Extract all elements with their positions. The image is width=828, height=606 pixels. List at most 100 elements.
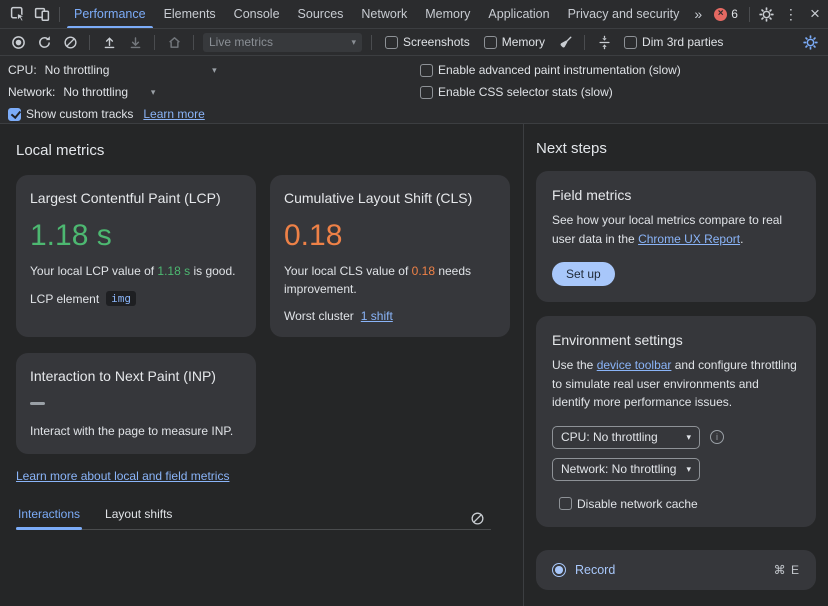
lcp-card: Largest Contentful Paint (LCP) 1.18 s Yo… [16,175,256,337]
lcp-description: Your local LCP value of 1.18 s is good. [30,262,242,280]
tab-sources[interactable]: Sources [289,0,353,28]
worst-cluster-label: Worst cluster [284,309,354,323]
error-count-badge[interactable]: × 6 [714,7,738,21]
settings-gear-icon[interactable] [755,2,779,26]
divider [89,35,90,50]
local-field-metrics-link[interactable]: Learn more about local and field metrics [16,469,229,483]
inp-description: Interact with the page to measure INP. [30,422,242,440]
tab-network[interactable]: Network [352,0,416,28]
divider [193,35,194,50]
subtab-layout-shifts[interactable]: Layout shifts [103,507,174,530]
set-up-button[interactable]: Set up [552,262,615,286]
worst-cluster-link[interactable]: 1 shift [361,309,393,323]
inspect-element-icon[interactable] [6,2,30,26]
inp-empty-value-dash [30,402,45,406]
live-metrics-select[interactable]: Live metrics ▾ [203,33,362,52]
lcp-element-label: LCP element [30,292,99,306]
field-metrics-body: See how your local metrics compare to re… [552,211,800,248]
more-tabs-icon[interactable]: » [688,6,708,22]
chevron-down-icon: ▾ [151,87,156,98]
divider [59,7,60,22]
learn-more-link[interactable]: Learn more [143,107,204,121]
chevron-down-icon: ▾ [686,432,691,443]
tab-application[interactable]: Application [479,0,558,28]
inp-card: Interaction to Next Paint (INP) Interact… [16,353,256,454]
tab-privacy-and-security[interactable]: Privacy and security [559,0,689,28]
cls-value: 0.18 [284,219,496,254]
log-subtabs: Interactions Layout shifts [16,506,507,530]
clear-log-icon[interactable] [465,506,489,530]
subtab-interactions[interactable]: Interactions [16,507,82,530]
upload-profile-icon[interactable] [97,30,121,54]
collect-garbage-icon[interactable] [553,30,577,54]
info-icon[interactable]: i [710,430,724,444]
checkbox-box [385,36,398,49]
panel-tabs: Performance Elements Console Sources Net… [65,0,688,28]
collapse-icon[interactable] [592,30,616,54]
performance-toolbar: Live metrics ▾ Screenshots Memory [0,29,828,56]
record-label: Record [575,563,615,577]
chrome-ux-report-link[interactable]: Chrome UX Report [638,232,740,246]
devtools-tab-bar: Performance Elements Console Sources Net… [0,0,828,29]
advanced-paint-checkbox[interactable]: Enable advanced paint instrumentation (s… [420,63,681,77]
tab-console[interactable]: Console [225,0,289,28]
screenshots-checkbox[interactable]: Screenshots [385,35,470,49]
local-metrics-heading: Local metrics [16,142,507,159]
network-throttling-select[interactable]: No throttling ▾ [63,85,155,99]
inp-title: Interaction to Next Paint (INP) [30,367,242,387]
lcp-element-row: LCP element img [30,291,242,306]
tab-elements[interactable]: Elements [155,0,225,28]
download-profile-icon[interactable] [123,30,147,54]
lcp-element-chip[interactable]: img [106,291,136,306]
disable-network-cache-checkbox[interactable]: Disable network cache [559,497,794,511]
cpu-throttling-select[interactable]: No throttling ▾ [45,63,217,77]
advanced-settings-column: Enable advanced paint instrumentation (s… [420,59,687,103]
perf-settings-gear-icon[interactable] [798,30,822,54]
home-icon[interactable] [162,30,186,54]
environment-selects: CPU: No throttling ▾ i Network: No throt… [552,426,800,481]
record-shortcut: ⌘ E [774,563,800,577]
network-label: Network: [8,85,55,99]
capture-settings-pane: CPU: No throttling ▾ Network: No throttl… [0,56,828,124]
env-cpu-select[interactable]: CPU: No throttling ▾ [552,426,700,449]
lcp-value: 1.18 s [30,219,242,254]
cls-cluster-row: Worst cluster 1 shift [284,309,496,323]
field-metrics-card: Field metrics See how your local metrics… [536,171,816,302]
close-devtools-icon[interactable]: × [803,2,827,26]
record-and-reload-icon[interactable] [32,30,56,54]
environment-settings-title: Environment settings [552,332,800,348]
next-steps-pane: Next steps Field metrics See how your lo… [524,124,828,606]
more-options-kebab-icon[interactable]: ⋮ [779,2,803,26]
env-network-select[interactable]: Network: No throttling ▾ [552,458,700,481]
cls-inline-value: 0.18 [412,264,435,278]
devtools-window: Performance Elements Console Sources Net… [0,0,828,606]
record-icon [552,563,566,577]
divider [154,35,155,50]
checkbox-box [624,36,637,49]
dim-3rd-parties-checkbox[interactable]: Dim 3rd parties [624,35,723,49]
cpu-label: CPU: [8,63,37,77]
css-selector-stats-checkbox[interactable]: Enable CSS selector stats (slow) [420,85,613,99]
device-toolbar-icon[interactable] [30,2,54,26]
record-button-card[interactable]: Record ⌘ E [536,550,816,590]
chevron-down-icon: ▾ [686,464,691,475]
checkbox-box [420,64,433,77]
cls-title: Cumulative Layout Shift (CLS) [284,189,496,209]
cls-card: Cumulative Layout Shift (CLS) 0.18 Your … [270,175,510,337]
landing-content: Local metrics Largest Contentful Paint (… [0,124,828,606]
checkbox-box-checked [8,108,21,121]
tab-performance[interactable]: Performance [65,0,155,28]
cls-description: Your local CLS value of 0.18 needs impro… [284,262,496,298]
show-custom-tracks-checkbox[interactable]: Show custom tracks [8,107,133,121]
clear-icon[interactable] [58,30,82,54]
divider [371,35,372,50]
record-icon[interactable] [6,30,30,54]
divider [749,7,750,22]
chevron-down-icon: ▾ [351,37,356,48]
tab-memory[interactable]: Memory [416,0,479,28]
device-toolbar-link[interactable]: device toolbar [597,358,672,372]
checkbox-box [420,86,433,99]
metric-cards-row: Largest Contentful Paint (LCP) 1.18 s Yo… [16,175,507,337]
memory-checkbox[interactable]: Memory [484,35,545,49]
checkbox-box [559,497,572,510]
